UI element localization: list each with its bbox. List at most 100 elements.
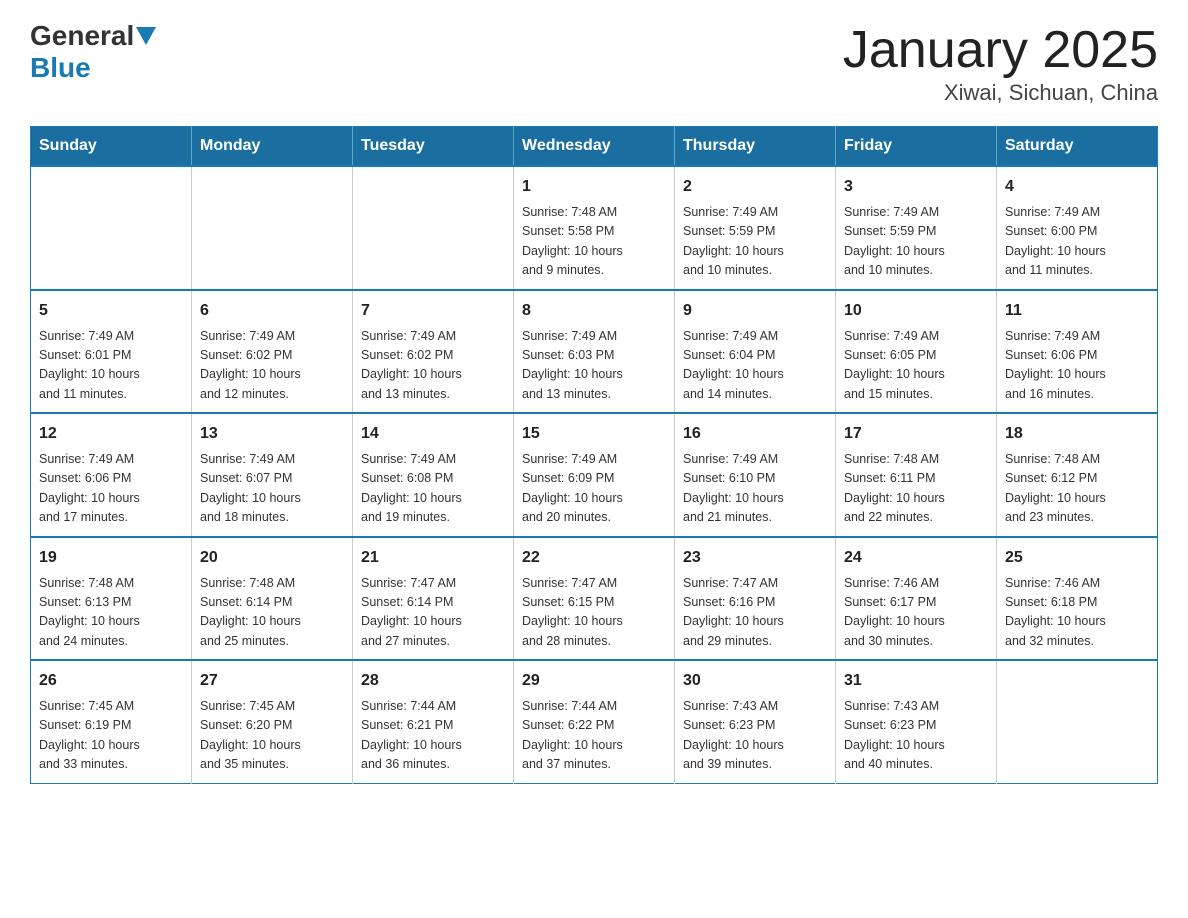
calendar-cell: 23Sunrise: 7:47 AM Sunset: 6:16 PM Dayli…: [675, 537, 836, 661]
day-info: Sunrise: 7:49 AM Sunset: 6:06 PM Dayligh…: [39, 450, 183, 528]
calendar-cell: [997, 660, 1158, 783]
day-info: Sunrise: 7:48 AM Sunset: 6:13 PM Dayligh…: [39, 574, 183, 652]
calendar-cell: 10Sunrise: 7:49 AM Sunset: 6:05 PM Dayli…: [836, 290, 997, 414]
day-number: 25: [1005, 546, 1149, 570]
day-number: 3: [844, 175, 988, 199]
day-info: Sunrise: 7:48 AM Sunset: 6:14 PM Dayligh…: [200, 574, 344, 652]
day-number: 9: [683, 299, 827, 323]
day-info: Sunrise: 7:49 AM Sunset: 6:08 PM Dayligh…: [361, 450, 505, 528]
day-number: 28: [361, 669, 505, 693]
day-info: Sunrise: 7:48 AM Sunset: 6:12 PM Dayligh…: [1005, 450, 1149, 528]
day-info: Sunrise: 7:46 AM Sunset: 6:18 PM Dayligh…: [1005, 574, 1149, 652]
logo: General Blue: [30, 20, 158, 84]
calendar-cell: 7Sunrise: 7:49 AM Sunset: 6:02 PM Daylig…: [353, 290, 514, 414]
calendar-title: January 2025: [843, 20, 1158, 80]
calendar-cell: 6Sunrise: 7:49 AM Sunset: 6:02 PM Daylig…: [192, 290, 353, 414]
day-info: Sunrise: 7:43 AM Sunset: 6:23 PM Dayligh…: [683, 697, 827, 775]
day-number: 1: [522, 175, 666, 199]
calendar-cell: 13 Sunrise: 7:49 AM Sunset: 6:07 PM Dayli…: [192, 413, 353, 537]
calendar-body: 1 Sunrise: 7:48 AM Sunset: 5:58 PM Daylig…: [31, 166, 1158, 783]
calendar-cell: 22 Sunrise: 7:47 AM Sunset: 6:15 PM Dayli…: [514, 537, 675, 661]
day-info: Sunrise: 7:47 AM Sunset: 6:14 PM Dayligh…: [361, 574, 505, 652]
day-number: 8: [522, 299, 666, 323]
calendar-subtitle: Xiwai, Sichuan, China: [843, 80, 1158, 106]
calendar-cell: 1 Sunrise: 7:48 AM Sunset: 5:58 PM Daylig…: [514, 166, 675, 290]
week-row-3: 19 Sunrise: 7:48 AM Sunset: 6:13 PM Dayli…: [31, 537, 1158, 661]
calendar-cell: 16 Sunrise: 7:49 AM Sunset: 6:10 PM Dayli…: [675, 413, 836, 537]
logo-general: General: [30, 20, 134, 52]
day-number: 5: [39, 299, 183, 323]
calendar-cell: 31 Sunrise: 7:43 AM Sunset: 6:23 PM Dayli…: [836, 660, 997, 783]
week-row-0: 1 Sunrise: 7:48 AM Sunset: 5:58 PM Daylig…: [31, 166, 1158, 290]
calendar-header: SundayMondayTuesdayWednesdayThursdayFrid…: [31, 127, 1158, 167]
day-number: 12: [39, 422, 183, 446]
calendar-cell: 18 Sunrise: 7:48 AM Sunset: 6:12 PM Dayli…: [997, 413, 1158, 537]
calendar-cell: 28 Sunrise: 7:44 AM Sunset: 6:21 PM Dayli…: [353, 660, 514, 783]
day-info: Sunrise: 7:45 AM Sunset: 6:20 PM Dayligh…: [200, 697, 344, 775]
day-number: 18: [1005, 422, 1149, 446]
calendar-cell: 30Sunrise: 7:43 AM Sunset: 6:23 PM Dayli…: [675, 660, 836, 783]
day-header-saturday: Saturday: [997, 127, 1158, 167]
day-number: 27: [200, 669, 344, 693]
day-info: Sunrise: 7:49 AM Sunset: 6:00 PM Dayligh…: [1005, 203, 1149, 281]
day-number: 31: [844, 669, 988, 693]
day-number: 29: [522, 669, 666, 693]
calendar-cell: 4 Sunrise: 7:49 AM Sunset: 6:00 PM Daylig…: [997, 166, 1158, 290]
day-number: 14: [361, 422, 505, 446]
day-info: Sunrise: 7:49 AM Sunset: 6:04 PM Dayligh…: [683, 327, 827, 405]
day-info: Sunrise: 7:45 AM Sunset: 6:19 PM Dayligh…: [39, 697, 183, 775]
calendar-cell: 17 Sunrise: 7:48 AM Sunset: 6:11 PM Dayli…: [836, 413, 997, 537]
day-number: 4: [1005, 175, 1149, 199]
day-number: 26: [39, 669, 183, 693]
week-row-4: 26 Sunrise: 7:45 AM Sunset: 6:19 PM Dayli…: [31, 660, 1158, 783]
day-info: Sunrise: 7:49 AM Sunset: 6:02 PM Dayligh…: [200, 327, 344, 405]
calendar-cell: 15Sunrise: 7:49 AM Sunset: 6:09 PM Dayli…: [514, 413, 675, 537]
day-number: 11: [1005, 299, 1149, 323]
calendar-cell: 3Sunrise: 7:49 AM Sunset: 5:59 PM Daylig…: [836, 166, 997, 290]
day-number: 22: [522, 546, 666, 570]
calendar-cell: 27 Sunrise: 7:45 AM Sunset: 6:20 PM Dayli…: [192, 660, 353, 783]
day-info: Sunrise: 7:48 AM Sunset: 5:58 PM Dayligh…: [522, 203, 666, 281]
calendar-cell: 14 Sunrise: 7:49 AM Sunset: 6:08 PM Dayli…: [353, 413, 514, 537]
day-number: 13: [200, 422, 344, 446]
calendar-cell: 21 Sunrise: 7:47 AM Sunset: 6:14 PM Dayli…: [353, 537, 514, 661]
day-info: Sunrise: 7:48 AM Sunset: 6:11 PM Dayligh…: [844, 450, 988, 528]
days-header-row: SundayMondayTuesdayWednesdayThursdayFrid…: [31, 127, 1158, 167]
day-number: 24: [844, 546, 988, 570]
title-section: January 2025 Xiwai, Sichuan, China: [843, 20, 1158, 106]
calendar-table: SundayMondayTuesdayWednesdayThursdayFrid…: [30, 126, 1158, 784]
calendar-cell: 12 Sunrise: 7:49 AM Sunset: 6:06 PM Dayli…: [31, 413, 192, 537]
day-info: Sunrise: 7:44 AM Sunset: 6:21 PM Dayligh…: [361, 697, 505, 775]
day-header-tuesday: Tuesday: [353, 127, 514, 167]
day-info: Sunrise: 7:47 AM Sunset: 6:15 PM Dayligh…: [522, 574, 666, 652]
calendar-cell: 24 Sunrise: 7:46 AM Sunset: 6:17 PM Dayli…: [836, 537, 997, 661]
day-info: Sunrise: 7:46 AM Sunset: 6:17 PM Dayligh…: [844, 574, 988, 652]
day-header-sunday: Sunday: [31, 127, 192, 167]
calendar-cell: 25 Sunrise: 7:46 AM Sunset: 6:18 PM Dayli…: [997, 537, 1158, 661]
calendar-cell: 26 Sunrise: 7:45 AM Sunset: 6:19 PM Dayli…: [31, 660, 192, 783]
calendar-cell: 5 Sunrise: 7:49 AM Sunset: 6:01 PM Daylig…: [31, 290, 192, 414]
day-number: 23: [683, 546, 827, 570]
day-number: 20: [200, 546, 344, 570]
day-info: Sunrise: 7:43 AM Sunset: 6:23 PM Dayligh…: [844, 697, 988, 775]
calendar-cell: 29Sunrise: 7:44 AM Sunset: 6:22 PM Dayli…: [514, 660, 675, 783]
day-info: Sunrise: 7:49 AM Sunset: 6:05 PM Dayligh…: [844, 327, 988, 405]
day-info: Sunrise: 7:49 AM Sunset: 6:01 PM Dayligh…: [39, 327, 183, 405]
page-header: General Blue January 2025 Xiwai, Sichuan…: [30, 20, 1158, 106]
calendar-cell: 8 Sunrise: 7:49 AM Sunset: 6:03 PM Daylig…: [514, 290, 675, 414]
logo-blue-text: Blue: [30, 52, 91, 84]
calendar-cell: [353, 166, 514, 290]
day-number: 16: [683, 422, 827, 446]
calendar-cell: [31, 166, 192, 290]
day-number: 19: [39, 546, 183, 570]
day-info: Sunrise: 7:49 AM Sunset: 6:07 PM Dayligh…: [200, 450, 344, 528]
day-info: Sunrise: 7:49 AM Sunset: 6:10 PM Dayligh…: [683, 450, 827, 528]
day-header-thursday: Thursday: [675, 127, 836, 167]
day-info: Sunrise: 7:49 AM Sunset: 6:09 PM Dayligh…: [522, 450, 666, 528]
week-row-2: 12 Sunrise: 7:49 AM Sunset: 6:06 PM Dayli…: [31, 413, 1158, 537]
calendar-cell: [192, 166, 353, 290]
day-number: 17: [844, 422, 988, 446]
calendar-cell: 20 Sunrise: 7:48 AM Sunset: 6:14 PM Dayli…: [192, 537, 353, 661]
day-info: Sunrise: 7:49 AM Sunset: 6:03 PM Dayligh…: [522, 327, 666, 405]
day-number: 21: [361, 546, 505, 570]
